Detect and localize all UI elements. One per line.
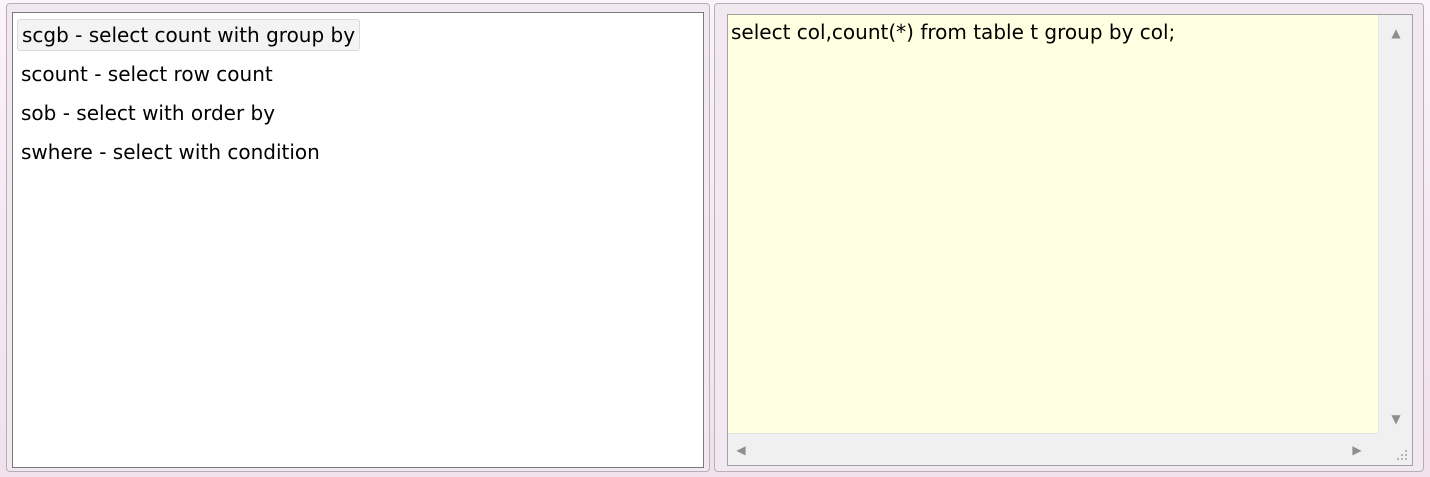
scroll-up-icon[interactable]: ▲: [1389, 27, 1403, 39]
snippet-list-item-sob[interactable]: sob - select with order by: [17, 97, 279, 129]
snippet-list[interactable]: scgb - select count with group by scount…: [12, 12, 704, 468]
resize-grip-icon[interactable]: [1395, 448, 1407, 460]
scroll-corner: [1378, 433, 1412, 465]
horizontal-scrollbar[interactable]: ◀ ▶: [728, 433, 1378, 465]
snippet-list-item-scount[interactable]: scount - select row count: [17, 58, 277, 90]
scroll-right-icon[interactable]: ▶: [1350, 444, 1364, 456]
scroll-down-icon[interactable]: ▼: [1389, 413, 1403, 425]
snippet-list-item-scgb[interactable]: scgb - select count with group by: [17, 19, 361, 51]
scroll-left-icon[interactable]: ◀: [734, 444, 748, 456]
snippet-text-editor[interactable]: select col,count(*) from table t group b…: [727, 14, 1413, 466]
vertical-scrollbar[interactable]: ▲ ▼: [1378, 15, 1412, 433]
snippet-text-content[interactable]: select col,count(*) from table t group b…: [731, 19, 1175, 45]
snippet-list-item-swhere[interactable]: swhere - select with condition: [17, 136, 324, 168]
